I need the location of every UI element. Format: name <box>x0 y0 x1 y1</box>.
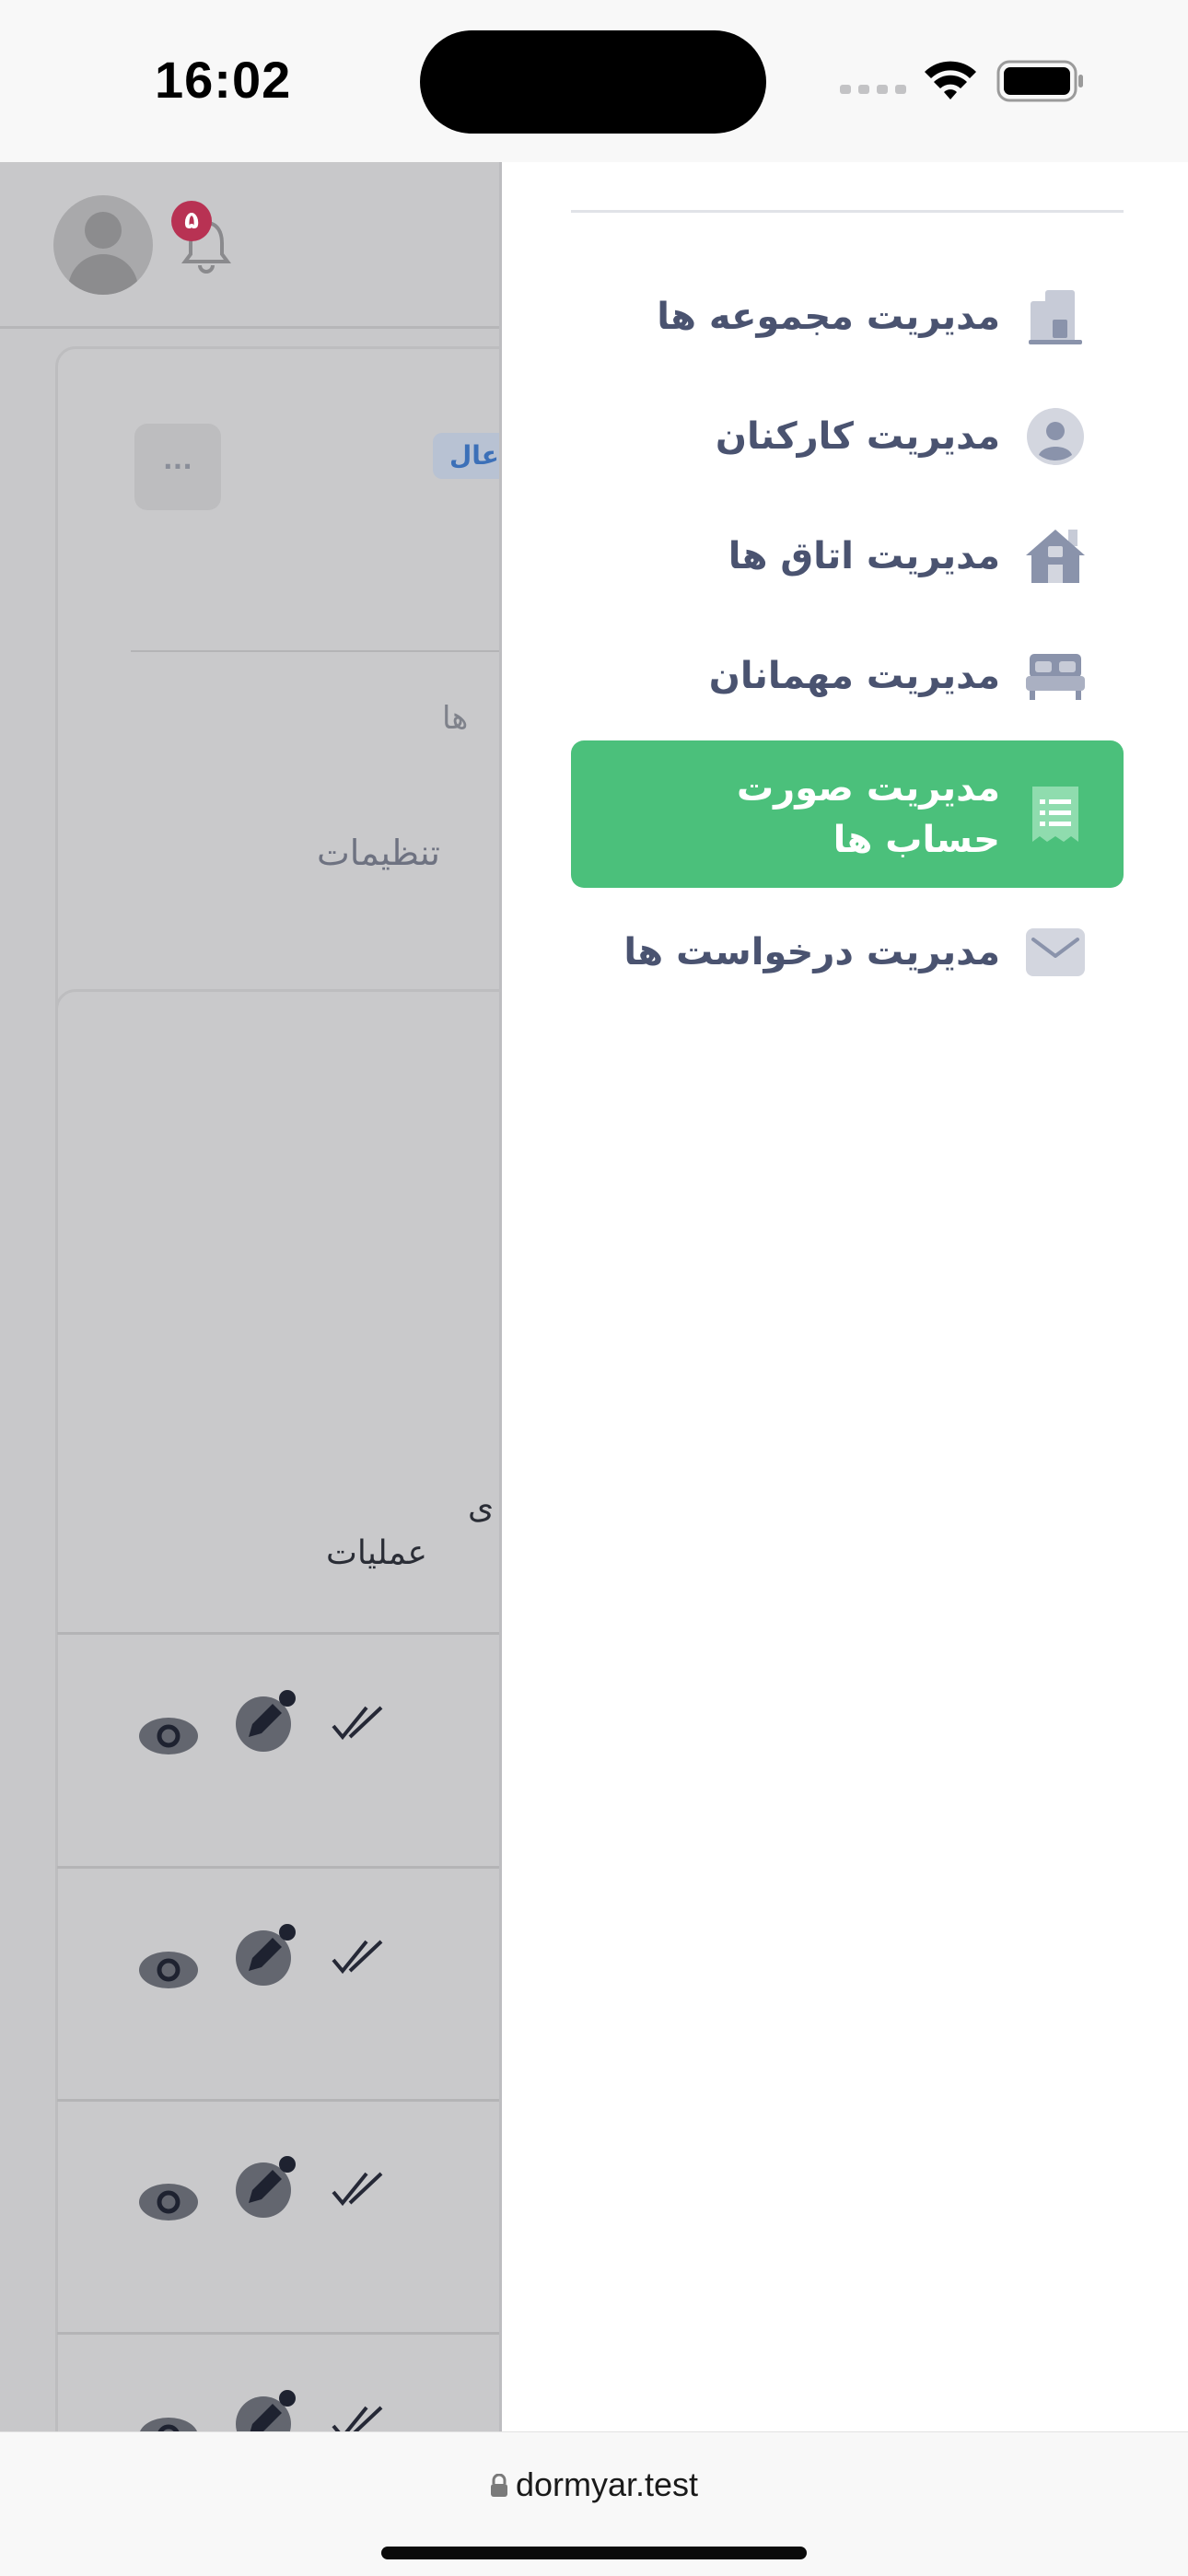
table-header-divider <box>57 1632 499 1635</box>
eye-icon[interactable] <box>138 2417 199 2431</box>
menu-item-label: مدیریت کارکنان <box>715 415 1000 458</box>
menu-item-label: مدیریت اتاق ها <box>728 535 1000 577</box>
row-divider <box>57 1866 499 1869</box>
url-display: dormyar.test <box>0 2465 1188 2504</box>
column-fragment: ی <box>468 1488 495 1526</box>
cellular-signal-icon <box>840 85 906 94</box>
card-divider <box>131 650 499 652</box>
drawer-divider <box>571 210 1124 213</box>
double-check-icon[interactable] <box>330 1936 387 1978</box>
house-icon <box>1024 525 1087 588</box>
menu-item-rooms[interactable]: مدیریت اتاق ها <box>571 512 1124 600</box>
edit-icon[interactable] <box>236 1689 298 1752</box>
status-badge: عال <box>433 433 499 479</box>
dynamic-island <box>420 30 766 134</box>
eye-icon[interactable] <box>138 2183 199 2221</box>
menu-item-requests[interactable]: مدیریت درخواست ها <box>571 908 1124 997</box>
notification-badge: ۵ <box>171 201 212 241</box>
double-check-icon[interactable] <box>330 2402 387 2431</box>
url-text: dormyar.test <box>515 2465 699 2503</box>
battery-icon <box>996 60 1083 102</box>
building-icon <box>1024 286 1087 348</box>
navigation-drawer: مدیریت مجموعه ها مدیریت کارکنان مدیریت ا… <box>499 162 1188 2431</box>
menu-item-staff[interactable]: مدیریت کارکنان <box>571 392 1124 481</box>
menu-item-label: مدیریت درخواست ها <box>623 931 1000 973</box>
menu-item-invoices[interactable]: مدیریت صورت حساب ها <box>571 740 1124 888</box>
user-circle-icon <box>1024 405 1087 468</box>
card-fragment-text: ها <box>442 700 469 737</box>
edit-icon[interactable] <box>236 2389 298 2431</box>
row-divider <box>57 2099 499 2102</box>
avatar[interactable] <box>53 195 153 295</box>
receipt-icon <box>1024 783 1087 845</box>
menu-item-label: مدیریت صورت حساب ها <box>736 767 1000 861</box>
browser-url-bar[interactable]: dormyar.test <box>0 2431 1188 2576</box>
more-button[interactable]: ··· <box>134 424 221 510</box>
edit-icon[interactable] <box>236 2155 298 2218</box>
menu-item-complexes[interactable]: مدیریت مجموعه ها <box>571 273 1124 361</box>
status-time: 16:02 <box>155 51 292 109</box>
eye-icon[interactable] <box>138 1717 199 1755</box>
menu-item-label: مدیریت مجموعه ها <box>657 296 1000 338</box>
menu-item-label: مدیریت مهمانان <box>708 655 1000 697</box>
status-bar: 16:02 <box>0 0 1188 162</box>
eye-icon[interactable] <box>138 1951 199 1989</box>
edit-icon[interactable] <box>236 1923 298 1986</box>
row-divider <box>57 2332 499 2335</box>
double-check-icon[interactable] <box>330 2168 387 2210</box>
bed-icon <box>1024 645 1087 707</box>
double-check-icon[interactable] <box>330 1702 387 1744</box>
settings-link[interactable]: تنظیمات <box>317 833 440 873</box>
envelope-icon <box>1024 921 1087 984</box>
operations-header: عملیات <box>326 1534 427 1572</box>
menu-item-guests[interactable]: مدیریت مهمانان <box>571 632 1124 720</box>
lock-icon <box>490 2473 507 2497</box>
home-indicator <box>381 2547 807 2559</box>
wifi-icon <box>925 61 976 99</box>
background-page: ۵ ··· عال ها تنظیمات ی عملیات <box>0 162 499 2431</box>
